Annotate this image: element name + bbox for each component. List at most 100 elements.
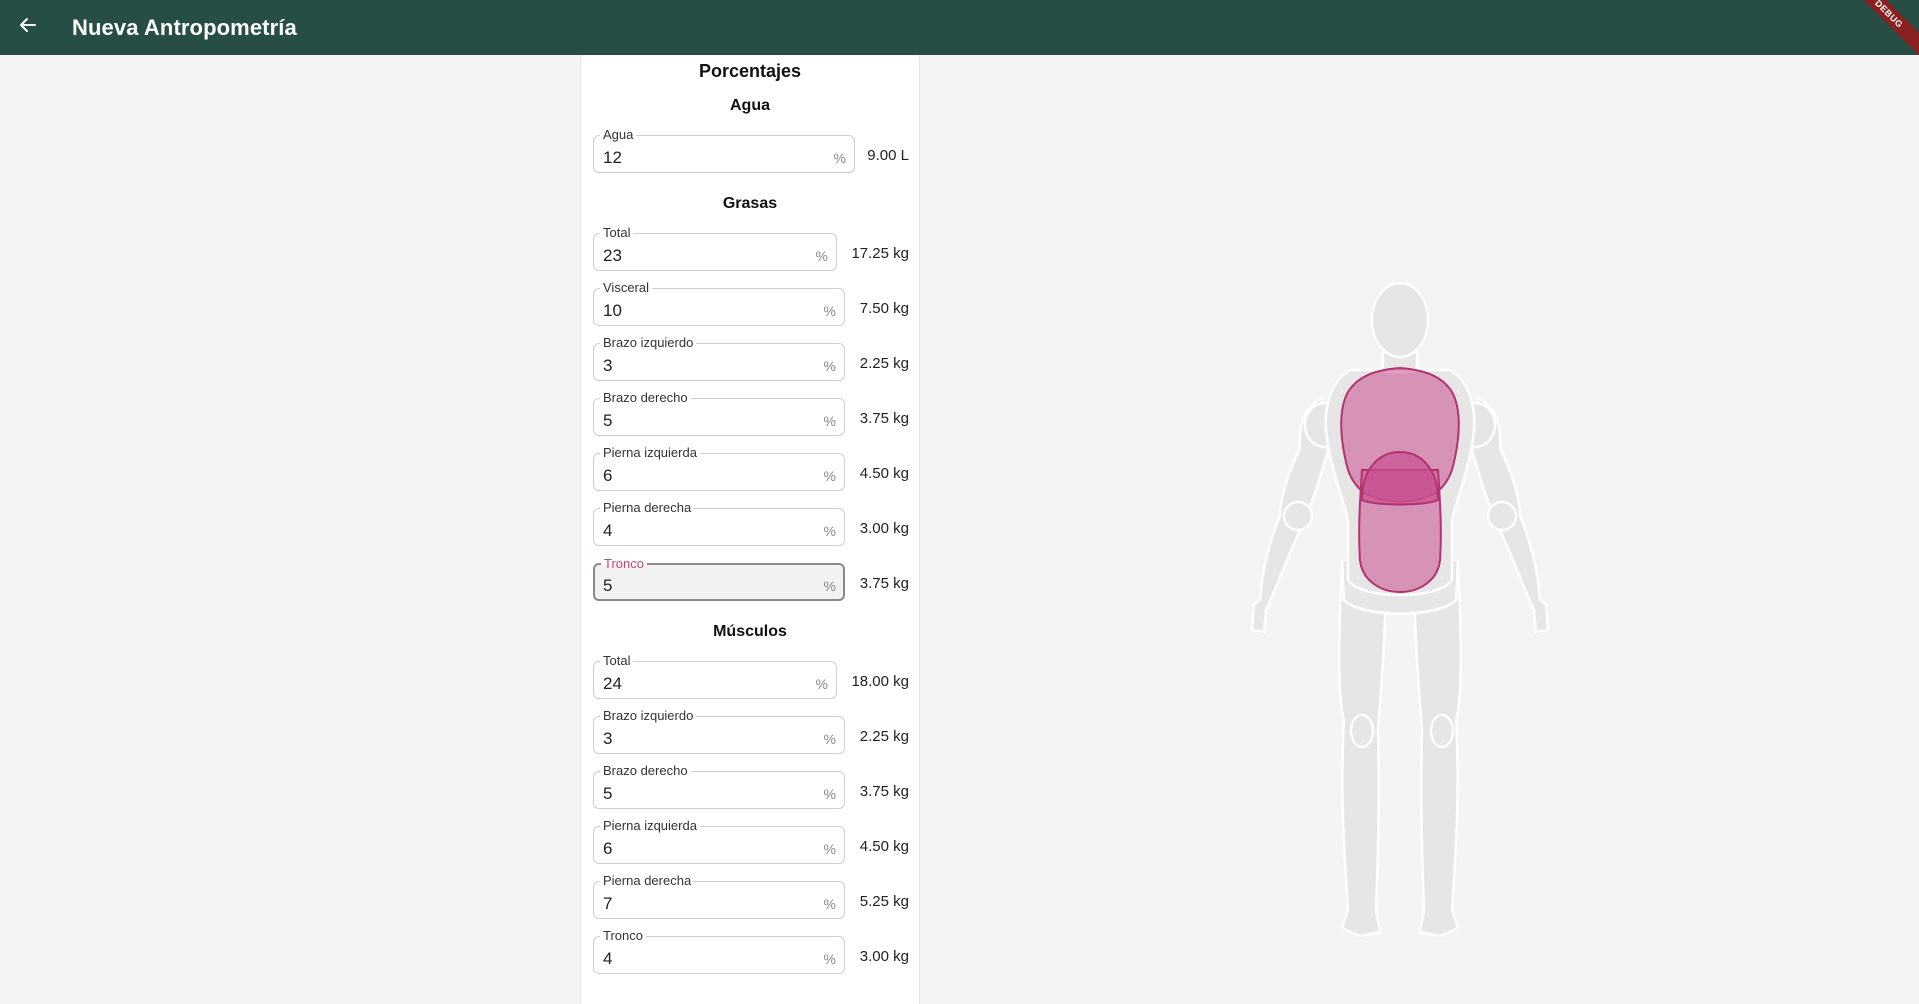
field-row-musculos-brazo-izquierdo: Brazo izquierdo 3 % 2.25 kg (593, 708, 909, 754)
app-bar: Nueva Antropometría DEBUG (0, 0, 1919, 63)
musculos-pierna-derecha-input[interactable]: Pierna derecha 7 % (593, 873, 845, 919)
field-label: Pierna izquierda (600, 818, 700, 834)
field-result: 3.75 kg (859, 575, 909, 592)
grasas-brazo-derecho-input[interactable]: Brazo derecho 5 % (593, 390, 845, 436)
body-part-head (1370, 281, 1430, 359)
percent-suffix: % (823, 841, 836, 857)
percent-suffix: % (823, 523, 836, 539)
field-result: 9.00 L (867, 147, 909, 164)
musculos-tronco-input[interactable]: Tronco 4 % (593, 928, 845, 974)
percent-suffix: % (833, 150, 846, 166)
grasas-brazo-izquierdo-input[interactable]: Brazo izquierdo 3 % (593, 335, 845, 381)
field-label: Pierna derecha (600, 500, 695, 516)
field-row-agua: Agua 12 % 9.00 L (593, 127, 909, 173)
field-result: 7.50 kg (859, 300, 909, 317)
section-heading-porcentajes: Porcentajes (698, 61, 802, 81)
body-figure (1230, 280, 1570, 950)
body-part-left-leg (1337, 568, 1388, 938)
field-label: Brazo izquierdo (600, 335, 697, 351)
field-result: 4.50 kg (859, 465, 909, 482)
field-result: 5.25 kg (859, 893, 909, 910)
field-label: Total (600, 225, 634, 241)
field-row-musculos-total: Total 24 % 18.00 kg (593, 653, 909, 699)
percent-suffix: % (815, 248, 828, 264)
section-title-musculos: Músculos (713, 623, 787, 640)
field-row-grasas-pierna-derecha: Pierna derecha 4 % 3.00 kg (593, 500, 909, 546)
percent-suffix: % (823, 413, 836, 429)
section-title-agua: Agua (730, 97, 770, 114)
body-part-left-elbow (1282, 500, 1314, 532)
field-label: Pierna izquierda (600, 445, 700, 461)
grasas-tronco-input[interactable]: Tronco 5 % (593, 556, 845, 601)
field-value: 5 (603, 411, 613, 430)
field-row-grasas-brazo-izquierdo: Brazo izquierdo 3 % 2.25 kg (593, 335, 909, 381)
debug-banner: DEBUG (1840, 0, 1919, 63)
percent-suffix: % (823, 896, 836, 912)
percent-suffix: % (823, 358, 836, 374)
field-value: 12 (603, 148, 622, 167)
field-row-grasas-total: Total 23 % 17.25 kg (593, 225, 909, 271)
field-row-grasas-pierna-izquierda: Pierna izquierda 6 % 4.50 kg (593, 445, 909, 491)
field-label: Visceral (600, 280, 653, 296)
field-value: 6 (603, 839, 613, 858)
form-card: Porcentajes Agua Agua 12 % 9.00 L Grasas… (580, 55, 920, 1004)
grasas-pierna-derecha-input[interactable]: Pierna derecha 4 % (593, 500, 845, 546)
percent-suffix: % (823, 731, 836, 747)
musculos-brazo-izquierdo-input[interactable]: Brazo izquierdo 3 % (593, 708, 845, 754)
grasas-visceral-input[interactable]: Visceral 10 % (593, 280, 845, 326)
field-label: Tronco (600, 928, 646, 944)
body-part-right-leg (1412, 568, 1463, 938)
field-value: 24 (603, 674, 622, 693)
field-value: 4 (603, 949, 613, 968)
musculos-total-input[interactable]: Total 24 % (593, 653, 837, 699)
back-button[interactable] (0, 0, 56, 55)
body-part-right-elbow (1486, 500, 1518, 532)
field-value: 10 (603, 301, 622, 320)
field-label: Brazo izquierdo (600, 708, 697, 724)
field-value: 5 (603, 576, 613, 595)
musculos-brazo-derecho-input[interactable]: Brazo derecho 5 % (593, 763, 845, 809)
agua-input[interactable]: Agua 12 % (593, 127, 855, 173)
field-label: Brazo derecho (600, 390, 691, 406)
field-row-musculos-brazo-derecho: Brazo derecho 5 % 3.75 kg (593, 763, 909, 809)
field-result: 3.75 kg (859, 410, 909, 427)
field-value: 4 (603, 521, 613, 540)
field-result: 3.75 kg (859, 783, 909, 800)
field-value: 5 (603, 784, 613, 803)
field-row-musculos-tronco: Tronco 4 % 3.00 kg (593, 928, 909, 974)
percent-suffix: % (823, 786, 836, 802)
field-result: 4.50 kg (859, 838, 909, 855)
field-label: Agua (600, 127, 637, 143)
field-label: Total (600, 653, 634, 669)
percent-suffix: % (823, 303, 836, 319)
musculos-pierna-izquierda-input[interactable]: Pierna izquierda 6 % (593, 818, 845, 864)
grasas-total-input[interactable]: Total 23 % (593, 225, 837, 271)
body-part-right-knee (1429, 713, 1455, 749)
percent-suffix: % (823, 578, 836, 594)
field-value: 6 (603, 466, 613, 485)
field-label: Tronco (601, 556, 647, 572)
body-diagram (1250, 281, 1550, 938)
field-result: 17.25 kg (851, 245, 909, 262)
field-value: 3 (603, 729, 613, 748)
field-row-musculos-pierna-derecha: Pierna derecha 7 % 5.25 kg (593, 873, 909, 919)
grasas-pierna-izquierda-input[interactable]: Pierna izquierda 6 % (593, 445, 845, 491)
field-row-grasas-brazo-derecho: Brazo derecho 5 % 3.75 kg (593, 390, 909, 436)
field-result: 18.00 kg (851, 673, 909, 690)
body-part-left-knee (1349, 713, 1375, 749)
field-result: 3.00 kg (859, 948, 909, 965)
field-result: 3.00 kg (859, 520, 909, 537)
field-label: Pierna derecha (600, 873, 695, 889)
field-row-grasas-tronco: Tronco 5 % 3.75 kg (593, 556, 909, 601)
field-result: 2.25 kg (859, 728, 909, 745)
arrow-back-icon (18, 15, 38, 40)
field-value: 3 (603, 356, 613, 375)
field-value: 23 (603, 246, 622, 265)
percent-suffix: % (823, 951, 836, 967)
page-title: Nueva Antropometría (72, 14, 297, 40)
field-label: Brazo derecho (600, 763, 691, 779)
field-row-grasas-visceral: Visceral 10 % 7.50 kg (593, 280, 909, 326)
section-title-grasas: Grasas (722, 195, 778, 212)
percent-suffix: % (815, 676, 828, 692)
field-value: 7 (603, 894, 613, 913)
